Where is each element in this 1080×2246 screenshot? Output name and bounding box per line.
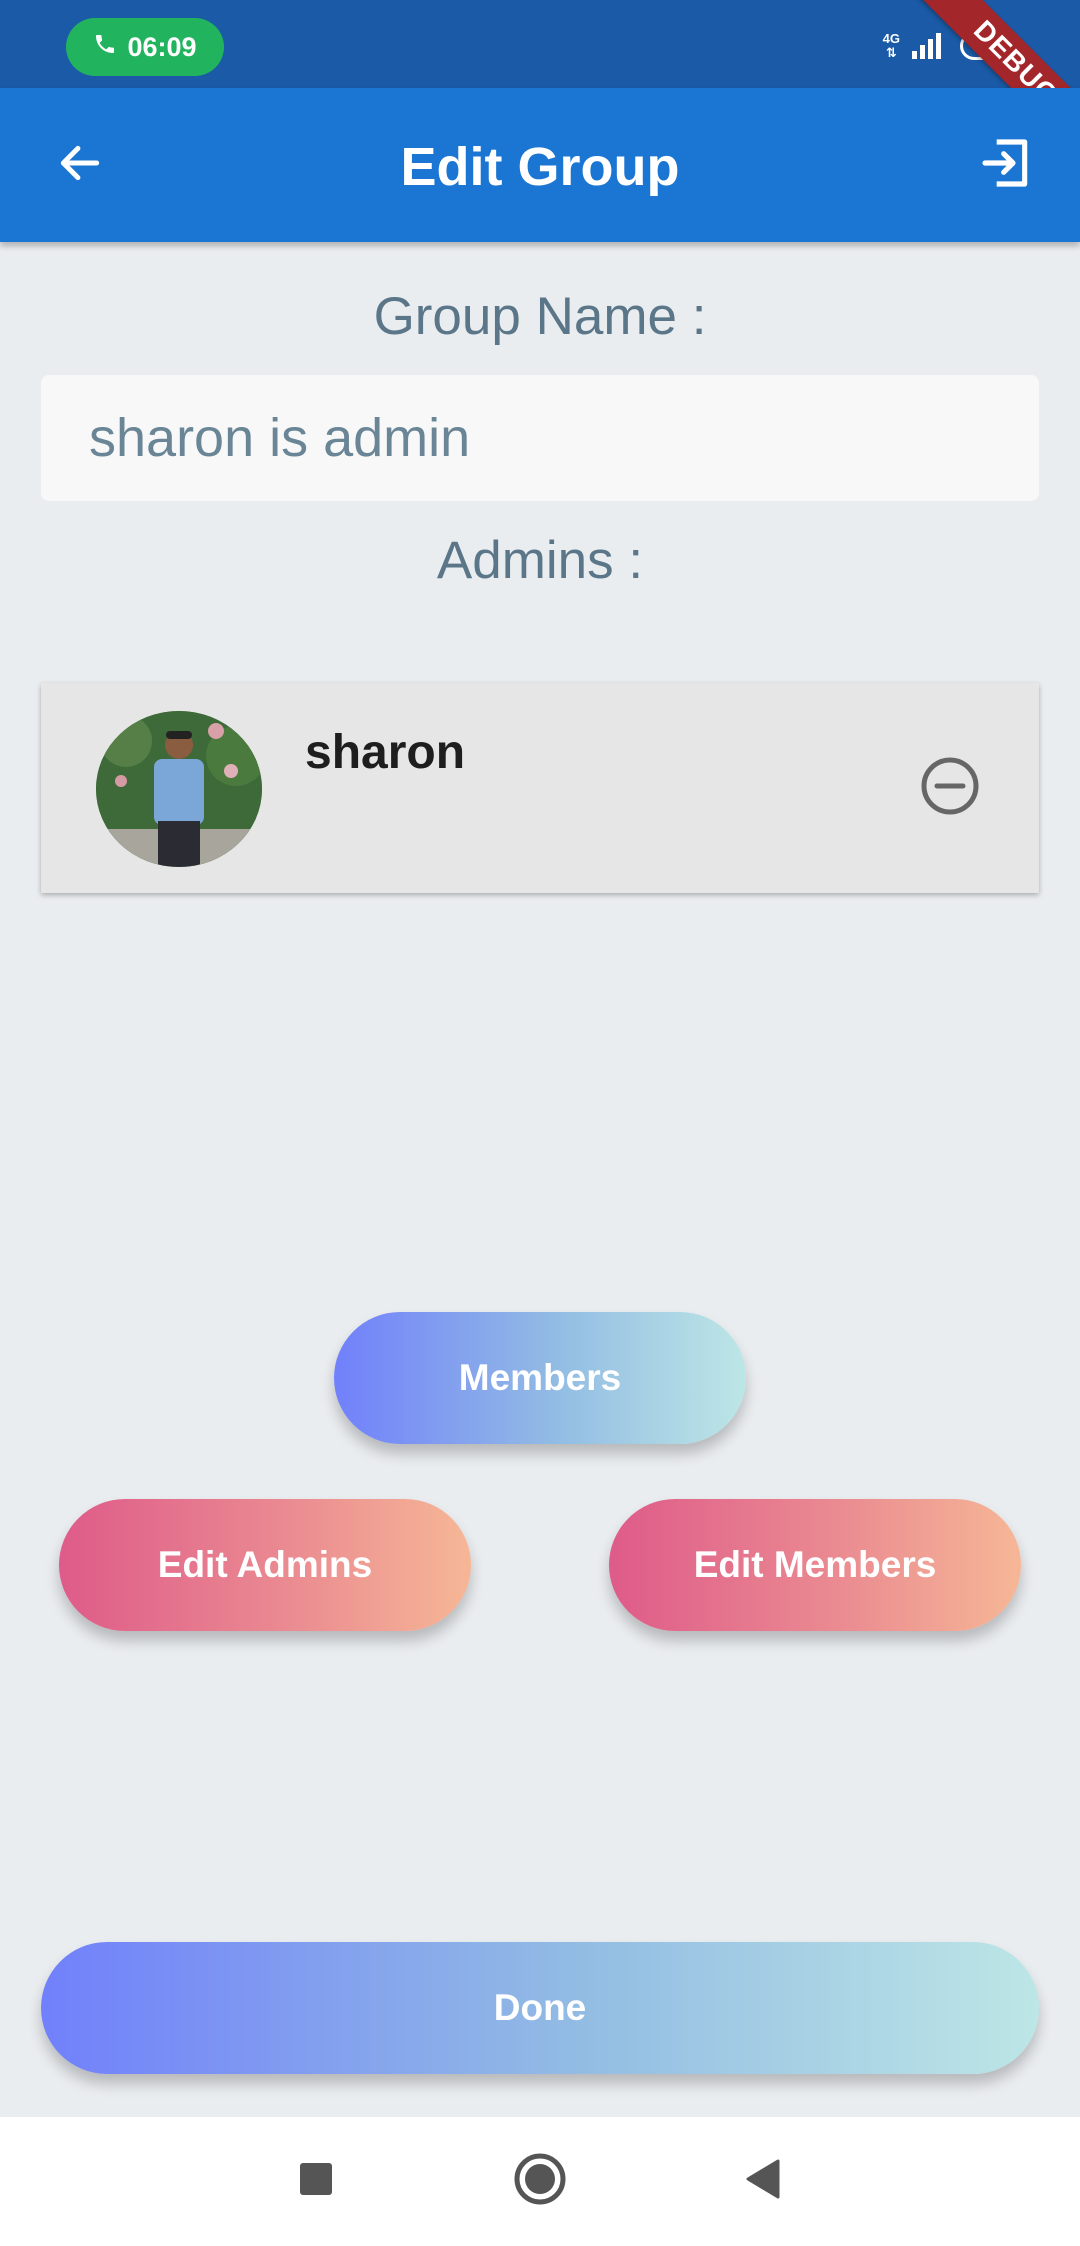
admin-name: sharon	[305, 726, 466, 779]
network-indicator: 4G ⇅	[883, 32, 900, 60]
group-name-value: sharon is admin	[89, 408, 471, 468]
group-name-label: Group Name :	[373, 287, 707, 346]
network-type: 4G	[882, 31, 900, 46]
group-name-input[interactable]: sharon is admin	[41, 375, 1039, 501]
edit-members-button[interactable]: Edit Members	[609, 1499, 1021, 1631]
square-icon	[298, 2161, 334, 2202]
exit-button[interactable]	[966, 125, 1046, 205]
avatar	[96, 711, 262, 867]
system-nav-bar	[0, 2117, 1080, 2246]
status-bar: 06:09 4G ⇅ 78 DEBUG	[0, 0, 1080, 170]
admin-list-item: sharon	[41, 683, 1039, 893]
members-button[interactable]: Members	[334, 1312, 746, 1444]
back-nav-button[interactable]	[732, 2151, 792, 2211]
phone-icon	[93, 32, 117, 63]
triangle-back-icon	[742, 2157, 782, 2206]
signal-icon	[910, 29, 950, 64]
call-time: 06:09	[127, 31, 197, 62]
exit-icon	[978, 135, 1034, 196]
remove-admin-button[interactable]	[917, 753, 983, 819]
page-title: Edit Group	[400, 137, 680, 197]
app-bar: Edit Group	[0, 88, 1080, 242]
edit-admins-button[interactable]: Edit Admins	[59, 1499, 471, 1631]
recents-button[interactable]	[286, 2151, 346, 2211]
data-arrows-icon: ⇅	[885, 45, 897, 60]
minus-circle-icon	[917, 757, 983, 823]
home-circle-icon	[512, 2151, 568, 2212]
home-button[interactable]	[510, 2151, 570, 2211]
admins-label: Admins :	[436, 531, 644, 590]
ongoing-call-pill[interactable]: 06:09	[66, 18, 224, 76]
done-button[interactable]: Done	[41, 1942, 1039, 2074]
